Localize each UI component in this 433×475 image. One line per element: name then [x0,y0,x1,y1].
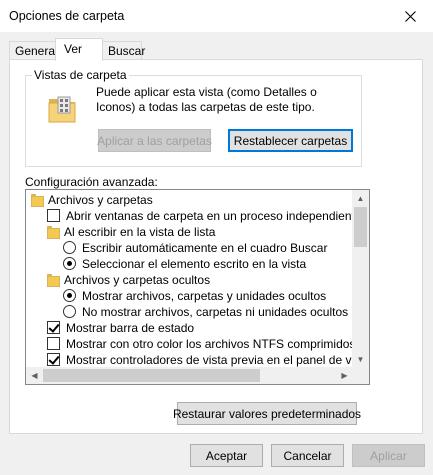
folder-views-title: Vistas de carpeta [32,68,129,82]
cancel-button[interactable]: Cancelar [271,444,344,467]
tab-general[interactable]: General [9,41,58,60]
radio-button[interactable] [63,289,76,302]
tab-general-label: General [15,44,58,58]
tree-item[interactable]: Abrir ventanas de carpeta en un proceso … [47,208,362,223]
checkbox[interactable] [47,337,60,350]
accept-button[interactable]: Aceptar [190,444,263,467]
close-button[interactable] [387,0,433,32]
checkbox[interactable] [47,321,60,334]
tree-item-label: Seleccionar el elemento escrito en la vi… [82,256,307,271]
close-icon [404,10,416,22]
tree-item[interactable]: Mostrar con otro color los archivos NTFS… [47,336,370,351]
tree-item-label: Abrir ventanas de carpeta en un proceso … [66,208,362,223]
tree-item-label: Archivos y carpetas [48,192,153,207]
folder-view-icon [48,96,76,123]
scroll-up-icon[interactable]: ▲ [352,190,369,207]
folder-views-description: Puede aplicar esta vista (como Detalles … [96,85,317,114]
checkbox[interactable] [47,209,60,222]
vertical-scroll-thumb[interactable] [354,207,367,247]
checkbox[interactable] [47,353,60,366]
apply-to-folders-button[interactable]: Aplicar a las carpetas [97,129,212,152]
tree-item-label: Escribir automáticamente en el cuadro Bu… [82,240,328,255]
title-bar: Opciones de carpeta [0,0,433,32]
tree-item-label: Al escribir en la vista de lista [64,224,216,239]
tree-item-label: Mostrar barra de estado [66,320,195,335]
radio-button[interactable] [63,305,76,318]
horizontal-scrollbar[interactable]: ◀ ▶ [26,367,353,384]
folder-icon [31,194,44,207]
tree-item: Archivos y carpetas ocultos [47,272,210,287]
tree-item-label: Archivos y carpetas ocultos [64,272,211,287]
tree-item-label: Mostrar archivos, carpetas y unidades oc… [82,288,327,303]
radio-button[interactable] [63,257,76,270]
tree-item-label: Mostrar con otro color los archivos NTFS… [66,336,370,351]
restore-defaults-button[interactable]: Restaurar valores predeterminados [173,402,361,425]
vertical-scrollbar[interactable]: ▲ ▼ [352,190,369,368]
scroll-down-icon[interactable]: ▼ [352,351,369,368]
tab-buscar[interactable]: Buscar [102,41,146,60]
tree-item-label: No mostrar archivos, carpetas ni unidade… [82,304,349,319]
tree-item[interactable]: Mostrar controladores de vista previa en… [47,352,370,367]
folder-icon [47,274,60,287]
scroll-left-icon[interactable]: ◀ [26,367,43,384]
tree-item: Al escribir en la vista de lista [47,224,215,239]
folder-views-group: Vistas de carpeta Puede aplicar esta vis… [25,68,362,167]
tree-item: Archivos y carpetas [31,192,153,207]
tree-item[interactable]: No mostrar archivos, carpetas ni unidade… [63,304,348,319]
reset-folders-button[interactable]: Restablecer carpetas [228,129,353,152]
advanced-settings-tree[interactable]: Archivos y carpetas Abrir ventanas de car… [25,189,370,385]
window-title: Opciones de carpeta [9,9,125,23]
scroll-corner [352,367,369,384]
apply-button[interactable]: Aplicar [352,444,425,467]
tab-ver[interactable]: Ver [55,38,103,61]
tree-item[interactable]: Seleccionar el elemento escrito en la vi… [63,256,306,271]
tree-item-label: Mostrar controladores de vista previa en… [66,352,370,367]
tree-item[interactable]: Mostrar archivos, carpetas y unidades oc… [63,288,326,303]
tab-buscar-label: Buscar [108,44,146,58]
horizontal-scroll-thumb[interactable] [43,369,260,382]
tree-item[interactable]: Mostrar barra de estado [47,320,194,335]
tab-ver-label: Ver [64,42,83,56]
tab-panel-ver: Vistas de carpeta Puede aplicar esta vis… [9,59,423,434]
folder-icon [47,226,60,239]
advanced-settings-label: Configuración avanzada: [25,175,158,189]
tree-item[interactable]: Escribir automáticamente en el cuadro Bu… [63,240,327,255]
radio-button[interactable] [63,241,76,254]
scroll-right-icon[interactable]: ▶ [336,367,353,384]
